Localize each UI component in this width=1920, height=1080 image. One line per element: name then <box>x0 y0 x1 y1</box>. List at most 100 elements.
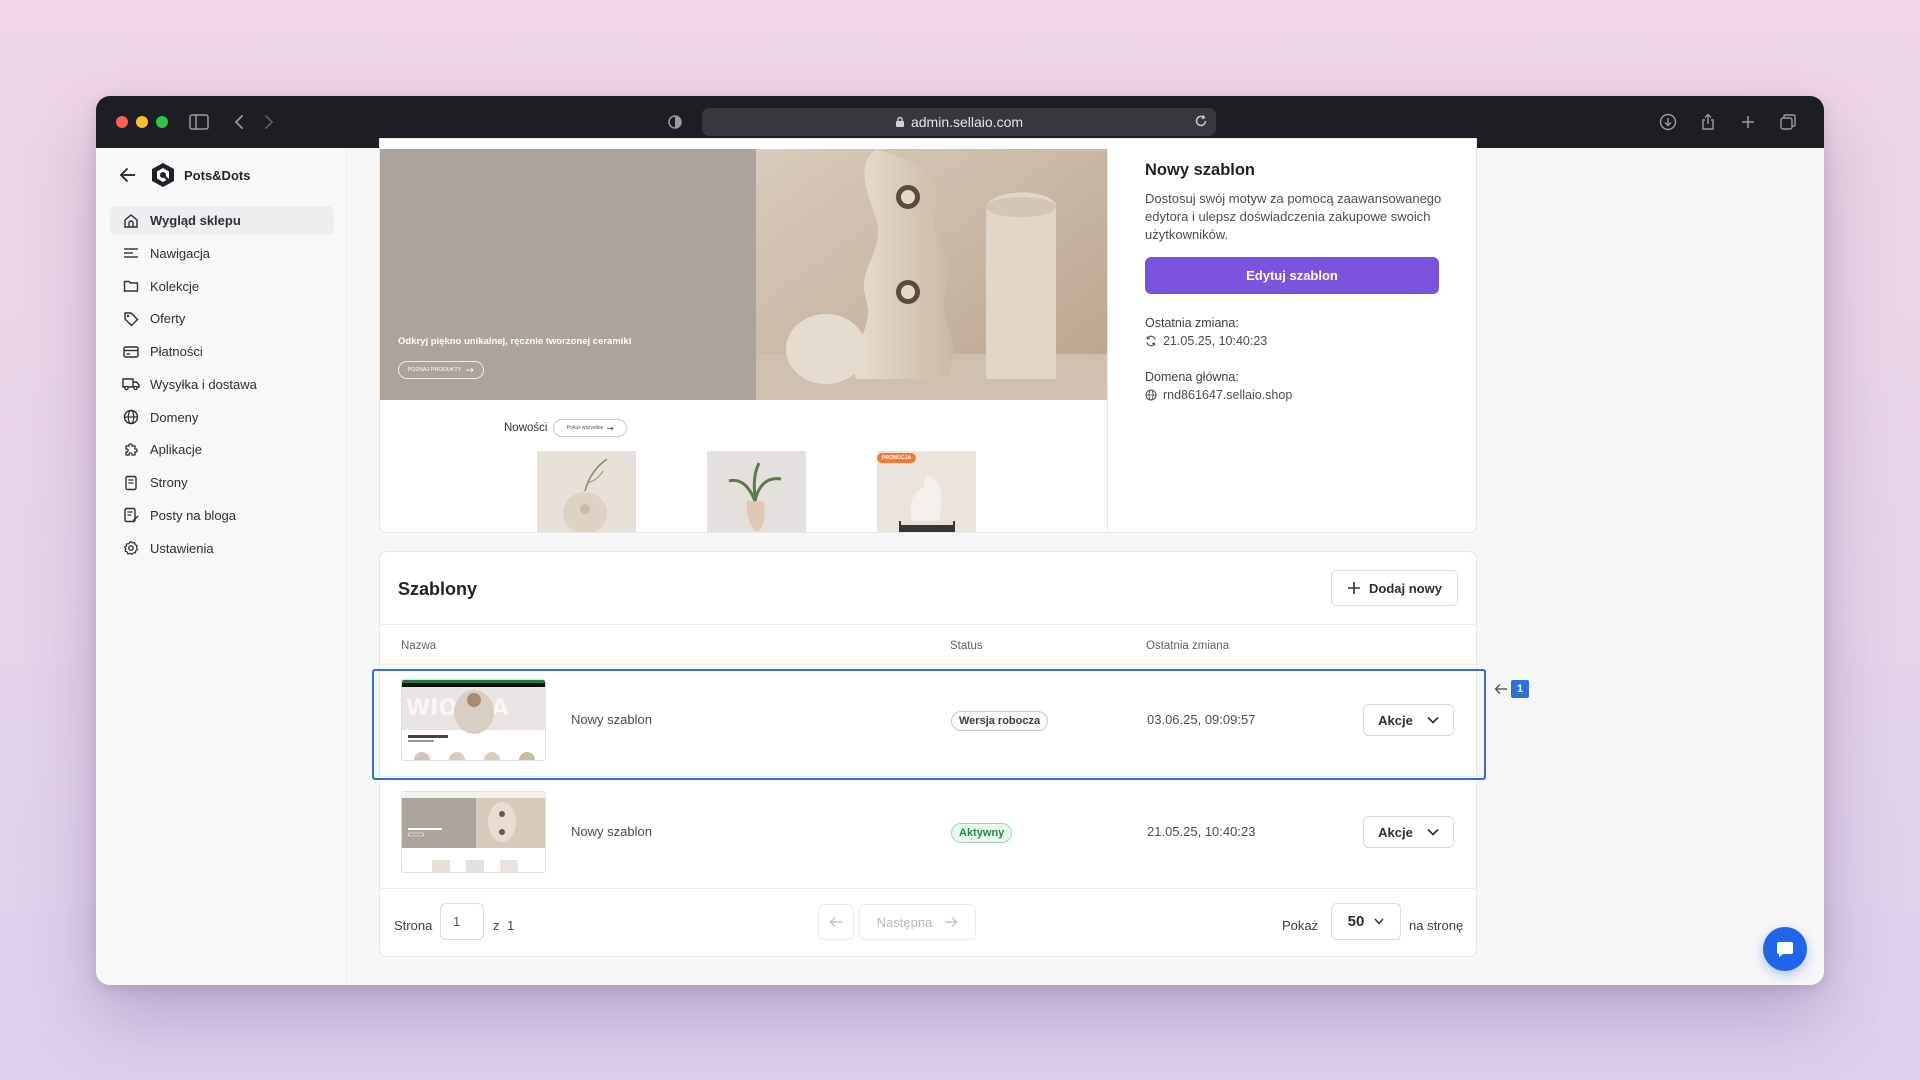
preview-hero-banner: Odkryj piękno unikalnej, ręcznie tworzon… <box>380 149 756 400</box>
preview-hero-button-label: POZNAJ PRODUKTY <box>407 367 462 373</box>
storefront-icon <box>122 212 140 230</box>
sidebar-item-apps[interactable]: Aplikacje <box>110 435 334 464</box>
share-icon[interactable] <box>1697 111 1719 133</box>
gear-icon <box>122 539 140 557</box>
forward-nav-icon[interactable] <box>258 111 280 133</box>
preview-hero-image <box>756 149 1107 400</box>
sidebar-item-payments[interactable]: Płatności <box>110 337 334 366</box>
preview-promo-badge: PROMOCJA <box>877 453 916 463</box>
column-header-status: Status <box>950 640 983 652</box>
actions-dropdown-button[interactable]: Akcje <box>1363 704 1454 736</box>
sidebar-item-domains[interactable]: Domeny <box>110 403 334 432</box>
actions-label: Akcje <box>1378 824 1413 840</box>
arrow-left-icon <box>829 916 842 928</box>
templates-title: Szablony <box>398 579 478 599</box>
sidebar-item-label: Nawigacja <box>150 245 210 261</box>
template-name: Nowy szablon <box>571 824 652 839</box>
preview-show-all-label: Pokaż wszystkie <box>566 425 604 431</box>
sidebar-item-label: Kolekcje <box>150 278 200 294</box>
downloads-icon[interactable] <box>1657 111 1679 133</box>
back-arrow-icon[interactable] <box>118 165 138 185</box>
sidebar-item-pages[interactable]: Strony <box>110 468 334 497</box>
sidebar-item-settings[interactable]: Ustawienia <box>110 534 334 563</box>
show-label: Pokaż <box>1282 918 1319 933</box>
table-row[interactable]: Nowy szablon Aktywny 21.05.25, 10:40:23 … <box>380 776 1476 888</box>
arrow-right-icon <box>466 367 474 373</box>
status-badge: Aktywny <box>951 823 1013 843</box>
total-pages: 1 <box>507 918 515 933</box>
status-badge: Wersja robocza <box>951 711 1049 731</box>
templates-card: Szablony Dodaj nowy Nazwa Status Ostatni… <box>379 551 1477 957</box>
last-change-text: 21.05.25, 10:40:23 <box>1163 334 1268 348</box>
preview-hero-button: POZNAJ PRODUKTY <box>398 361 484 379</box>
domain-link[interactable]: rnd861647.sellaio.shop <box>1163 388 1292 402</box>
add-template-label: Dodaj nowy <box>1369 580 1442 596</box>
close-window-button[interactable] <box>116 116 128 128</box>
of-label: z <box>493 918 500 933</box>
previous-page-button[interactable] <box>818 904 854 940</box>
sidebar-item-label: Strony <box>150 475 188 490</box>
address-bar[interactable]: admin.sellaio.com <box>702 108 1216 136</box>
actions-dropdown-button[interactable]: Akcje <box>1363 816 1454 848</box>
sidebar-item-offers[interactable]: Oferty <box>110 304 334 333</box>
domain-label: Domena główna: <box>1145 370 1239 384</box>
reload-icon[interactable] <box>1194 114 1208 128</box>
page-number-input[interactable]: 1 <box>440 903 484 940</box>
current-theme-title: Nowy szablon <box>1145 161 1256 179</box>
sidebar-item-navigation[interactable]: Nawigacja <box>110 239 334 268</box>
sidebar-item-label: Aplikacje <box>150 442 203 458</box>
preview-news-label: Nowości <box>504 422 548 434</box>
sidebar-item-label: Posty na bloga <box>150 507 237 523</box>
globe-icon <box>122 408 140 426</box>
new-tab-icon[interactable] <box>1737 111 1759 133</box>
plus-icon <box>1348 582 1361 594</box>
sidebar-nav: Wygląd sklepu Nawigacja Kolekcje Oferty … <box>110 206 334 566</box>
chevron-down-icon <box>1427 716 1439 724</box>
arrow-right-icon <box>945 916 958 928</box>
chevron-down-icon <box>1427 828 1439 836</box>
template-name: Nowy szablon <box>571 712 652 727</box>
sidebar-toggle-icon[interactable] <box>188 111 210 133</box>
arrow-left-icon <box>1494 684 1507 694</box>
last-change-label: Ostatnia zmiana: <box>1145 316 1239 330</box>
sidebar-item-collections[interactable]: Kolekcje <box>110 272 334 301</box>
template-thumbnail <box>401 791 546 873</box>
domain-value: rnd861647.sellaio.shop <box>1145 388 1445 402</box>
per-page-suffix: na stronę <box>1409 918 1464 933</box>
per-page-select[interactable]: 50 <box>1331 903 1401 940</box>
theme-preview[interactable]: Odkryj piękno unikalnej, ręcznie tworzon… <box>380 149 1108 532</box>
edit-theme-button[interactable]: Edytuj szablon <box>1145 257 1439 294</box>
browser-window: admin.sellaio.com Pots&Dots Wygląd sklep… <box>96 96 1824 985</box>
maximize-window-button[interactable] <box>156 116 168 128</box>
preview-product-image <box>707 451 806 532</box>
column-header-last-change: Ostatnia zmiana <box>1146 640 1230 652</box>
credit-card-icon <box>122 343 140 361</box>
puzzle-icon <box>122 441 140 459</box>
sidebar-item-store-appearance[interactable]: Wygląd sklepu <box>110 206 334 235</box>
add-template-button[interactable]: Dodaj nowy <box>1331 570 1458 606</box>
sidebar-item-label: Wygląd sklepu <box>150 213 241 228</box>
minimize-window-button[interactable] <box>136 116 148 128</box>
table-row[interactable]: WIOSNA Nowy szablon Wersja robocza 03.06… <box>380 664 1476 776</box>
next-page-button[interactable]: Następna <box>859 904 976 940</box>
annotation-marker: 1 <box>1494 680 1529 698</box>
next-page-label: Następna <box>876 914 933 930</box>
per-page-value: 50 <box>1347 913 1365 930</box>
url-text: admin.sellaio.com <box>910 114 1024 130</box>
pagination: Strona 1 z 1 Następna Pokaż 50 na stronę <box>380 888 1476 956</box>
blog-post-icon <box>122 506 140 524</box>
lock-icon <box>895 116 905 128</box>
privacy-shield-icon[interactable] <box>664 111 686 133</box>
sidebar-item-label: Oferty <box>150 311 186 327</box>
page-label: Strona <box>394 918 433 933</box>
menu-lines-icon <box>122 244 140 262</box>
chat-support-button[interactable] <box>1763 927 1807 971</box>
sidebar-item-shipping[interactable]: Wysyłka i dostawa <box>110 370 334 399</box>
tab-overview-icon[interactable] <box>1777 111 1799 133</box>
preview-product-image <box>537 451 636 532</box>
template-thumbnail: WIOSNA <box>401 679 546 761</box>
sidebar-item-blog-posts[interactable]: Posty na bloga <box>110 501 334 530</box>
back-nav-icon[interactable] <box>228 111 250 133</box>
template-last-change: 21.05.25, 10:40:23 <box>1147 824 1256 839</box>
sidebar-item-label: Domeny <box>150 409 199 425</box>
